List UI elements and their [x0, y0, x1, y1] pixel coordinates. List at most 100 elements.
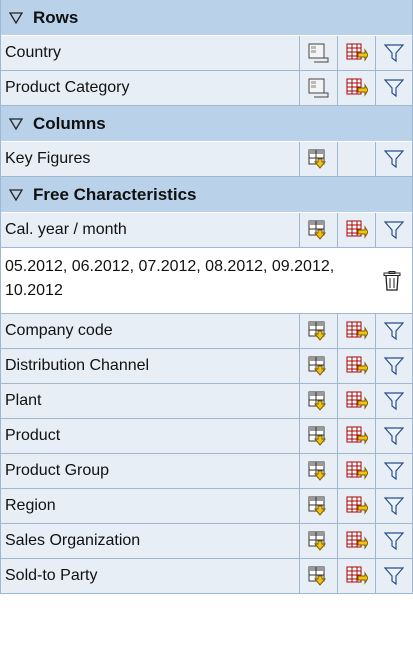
section-header-rows[interactable]: Rows	[1, 0, 412, 36]
filter-icon	[384, 356, 404, 376]
list-item: Sales Organization	[1, 524, 412, 559]
swap-axis-button[interactable]	[338, 349, 376, 383]
section-title: Columns	[33, 113, 106, 133]
list-item: Company code	[1, 314, 412, 349]
remove-drilldown-button[interactable]	[300, 36, 338, 70]
row-key-figures: Key Figures	[1, 142, 412, 177]
filter-icon	[384, 391, 404, 411]
filter-button[interactable]	[376, 349, 412, 383]
filter-button[interactable]	[376, 213, 412, 247]
section-header-free-characteristics[interactable]: Free Characteristics	[1, 177, 412, 213]
delete-filter-button[interactable]	[372, 248, 412, 313]
swap-axis-button[interactable]	[338, 489, 376, 523]
drilldown-rows-icon	[308, 356, 330, 376]
drilldown-rows-icon	[308, 566, 330, 586]
swap-axis-button[interactable]	[338, 71, 376, 105]
filter-icon	[384, 220, 404, 240]
swap-axis-icon	[346, 391, 368, 411]
drilldown-rows-button[interactable]	[300, 213, 338, 247]
drilldown-rows-icon	[308, 321, 330, 341]
list-item: Distribution Channel	[1, 349, 412, 384]
characteristic-label: Cal. year / month	[1, 213, 300, 247]
swap-axis-icon	[346, 356, 368, 376]
triangle-down-icon[interactable]	[9, 117, 23, 131]
filter-icon	[384, 43, 404, 63]
swap-axis-button[interactable]	[338, 419, 376, 453]
drilldown-rows-button[interactable]	[300, 419, 338, 453]
filter-icon	[384, 321, 404, 341]
list-item: Sold-to Party	[1, 559, 412, 594]
filter-button[interactable]	[376, 419, 412, 453]
filter-icon	[384, 461, 404, 481]
swap-axis-button[interactable]	[338, 384, 376, 418]
section-title: Free Characteristics	[33, 184, 197, 204]
drilldown-rows-icon	[308, 149, 330, 169]
drilldown-rows-icon	[308, 391, 330, 411]
triangle-down-icon[interactable]	[9, 188, 23, 202]
swap-axis-icon	[346, 496, 368, 516]
free-characteristics-list: Company code Distribution Channel Plant …	[1, 314, 412, 594]
filter-button[interactable]	[376, 454, 412, 488]
drilldown-rows-button[interactable]	[300, 559, 338, 593]
swap-axis-icon	[346, 461, 368, 481]
filter-icon	[384, 496, 404, 516]
filter-icon	[384, 78, 404, 98]
drilldown-rows-button[interactable]	[300, 489, 338, 523]
filter-values: 05.2012, 06.2012, 07.2012, 08.2012, 09.2…	[5, 258, 335, 299]
navigation-panel: Rows Country Product Category Columns Ke…	[0, 0, 413, 594]
drilldown-rows-icon	[308, 220, 330, 240]
filter-button[interactable]	[376, 524, 412, 558]
swap-axis-icon	[346, 220, 368, 240]
list-item: Region	[1, 489, 412, 524]
drilldown-rows-button[interactable]	[300, 524, 338, 558]
swap-axis-icon	[346, 43, 368, 63]
swap-axis-icon	[346, 531, 368, 551]
row-country: Country	[1, 36, 412, 71]
filter-button[interactable]	[376, 36, 412, 70]
filter-icon	[384, 426, 404, 446]
remove-drilldown-button[interactable]	[300, 71, 338, 105]
characteristic-label: Plant	[1, 384, 300, 418]
swap-axis-button[interactable]	[338, 524, 376, 558]
row-cal-year-month: Cal. year / month	[1, 213, 412, 248]
characteristic-label: Distribution Channel	[1, 349, 300, 383]
section-title: Rows	[33, 7, 79, 27]
swap-axis-icon	[346, 321, 368, 341]
filter-button[interactable]	[376, 142, 412, 176]
characteristic-label: Key Figures	[1, 142, 300, 176]
filter-icon	[384, 531, 404, 551]
swap-axis-button[interactable]	[338, 559, 376, 593]
swap-axis-icon	[346, 426, 368, 446]
drilldown-rows-button[interactable]	[300, 142, 338, 176]
swap-axis-button[interactable]	[338, 454, 376, 488]
swap-axis-button[interactable]	[338, 314, 376, 348]
list-item: Product Group	[1, 454, 412, 489]
drilldown-rows-button[interactable]	[300, 349, 338, 383]
list-item: Plant	[1, 384, 412, 419]
swap-axis-button[interactable]	[338, 36, 376, 70]
drilldown-rows-button[interactable]	[300, 454, 338, 488]
drilldown-rows-button[interactable]	[300, 384, 338, 418]
section-header-columns[interactable]: Columns	[1, 106, 412, 142]
drilldown-rows-icon	[308, 461, 330, 481]
characteristic-label: Product	[1, 419, 300, 453]
swap-axis-button[interactable]	[338, 213, 376, 247]
drilldown-rows-icon	[308, 426, 330, 446]
characteristic-label: Company code	[1, 314, 300, 348]
swap-axis-icon	[346, 566, 368, 586]
filter-button[interactable]	[376, 489, 412, 523]
remove-drilldown-icon	[308, 43, 330, 63]
filter-button[interactable]	[376, 559, 412, 593]
drilldown-rows-button[interactable]	[300, 314, 338, 348]
row-product-category: Product Category	[1, 71, 412, 106]
triangle-down-icon[interactable]	[9, 11, 23, 25]
filter-button[interactable]	[376, 384, 412, 418]
list-item: Product	[1, 419, 412, 454]
filter-button[interactable]	[376, 314, 412, 348]
swap-axis-icon	[346, 78, 368, 98]
characteristic-label: Sales Organization	[1, 524, 300, 558]
filter-button[interactable]	[376, 71, 412, 105]
filter-icon	[384, 149, 404, 169]
remove-drilldown-icon	[308, 78, 330, 98]
characteristic-label: Region	[1, 489, 300, 523]
